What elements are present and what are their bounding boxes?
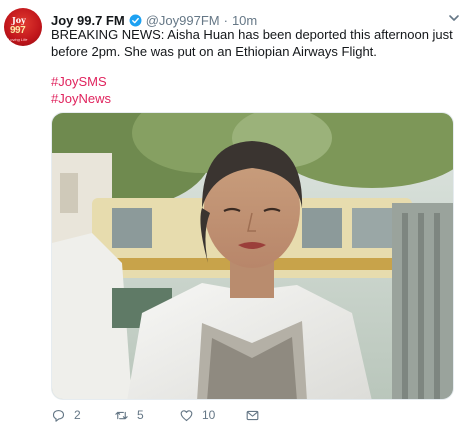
retweet-count: 5 xyxy=(137,408,144,422)
tweet-text-content: BREAKING NEWS: Aisha Huan has been depor… xyxy=(51,27,453,59)
heart-icon xyxy=(180,409,193,421)
chevron-down-icon[interactable] xyxy=(448,12,460,24)
like-button[interactable]: 10 xyxy=(179,405,215,425)
photo-woman-in-white-jacket-icon xyxy=(52,113,453,399)
hashtag-link[interactable]: #JoyNews xyxy=(51,90,111,107)
avatar-logo-tagline: Loving Life xyxy=(8,37,28,42)
reply-button[interactable]: 2 xyxy=(51,405,81,425)
avatar-logo-text: Joy xyxy=(12,15,26,25)
verified-badge-icon xyxy=(129,14,142,26)
avatar-logo-number: 997 xyxy=(10,25,26,36)
tweet-actions: 2 5 10 xyxy=(51,405,351,425)
like-count: 10 xyxy=(202,408,216,422)
envelope-icon xyxy=(246,410,259,420)
hashtag-link[interactable]: #JoySMS xyxy=(51,73,111,90)
retweet-button[interactable]: 5 xyxy=(114,405,144,425)
direct-message-button[interactable] xyxy=(245,405,260,425)
tweet-photo[interactable] xyxy=(51,112,454,400)
tweet-card[interactable]: Joy 997 Loving Life Joy 99.7 FM @Joy997F… xyxy=(0,0,469,433)
tweet-text: BREAKING NEWS: Aisha Huan has been depor… xyxy=(51,26,461,60)
reply-icon xyxy=(52,409,65,422)
reply-count: 2 xyxy=(74,408,81,422)
avatar[interactable]: Joy 997 Loving Life xyxy=(4,8,42,46)
hashtag-list: #JoySMS #JoyNews xyxy=(51,73,111,107)
retweet-icon xyxy=(115,411,128,419)
